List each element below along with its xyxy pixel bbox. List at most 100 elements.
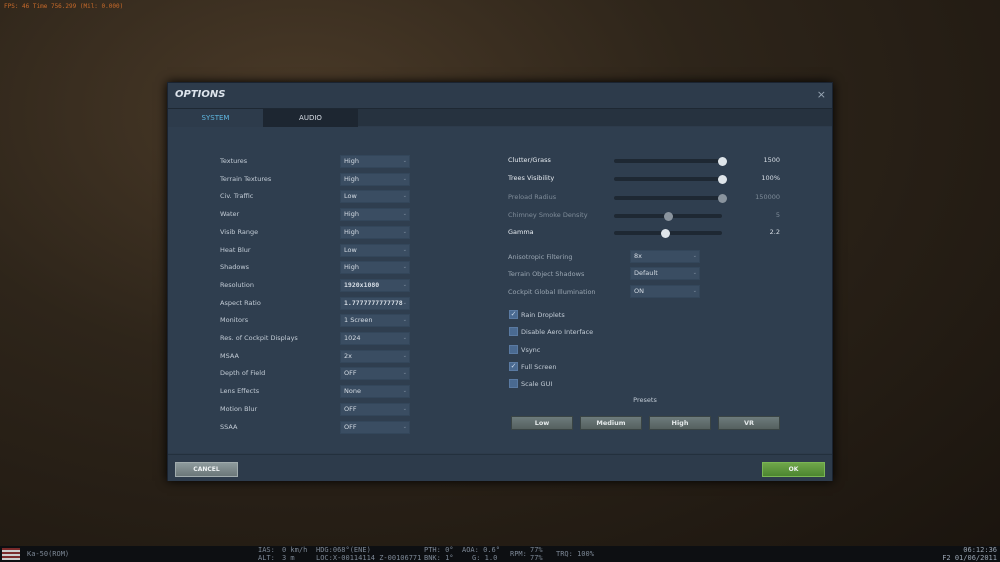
- checkbox-label: Vsync: [521, 345, 541, 354]
- dropdown-value: 2x: [344, 351, 352, 360]
- preset-button[interactable]: Low: [511, 416, 573, 430]
- setting-dropdown[interactable]: High ⌄: [340, 155, 410, 168]
- checkbox[interactable]: [509, 344, 518, 354]
- preset-button[interactable]: VR: [718, 416, 780, 430]
- checkbox[interactable]: [509, 327, 518, 337]
- dropdown-value: High: [344, 157, 359, 165]
- slider-value: 150000: [755, 193, 780, 201]
- preset-button[interactable]: Medium: [580, 416, 642, 430]
- dropdown-value: None: [344, 387, 361, 396]
- setting-label: Water: [220, 210, 240, 219]
- chevron-down-icon: ⌄: [402, 264, 407, 271]
- chevron-down-icon: ⌄: [402, 281, 407, 288]
- ias-label: IAS:: [258, 546, 275, 554]
- dropdown-value: 1.7777777777778: [344, 298, 403, 307]
- setting-label: Monitors: [220, 316, 249, 325]
- setting-dropdown[interactable]: OFF ⌄: [340, 402, 410, 416]
- setting-dropdown[interactable]: OFF ⌄: [340, 420, 410, 434]
- dropdown-value: 1 Screen: [344, 316, 373, 325]
- torque: TRQ: 100%: [556, 550, 594, 558]
- chevron-down-icon: ⌄: [402, 246, 407, 253]
- slider-handle[interactable]: [661, 228, 671, 238]
- fps-counter: FPS: 46 Time 756.299 (Mil: 0.000): [4, 3, 124, 10]
- chevron-down-icon: ⌄: [402, 388, 407, 395]
- slider-value: 100%: [761, 174, 780, 182]
- tab-system[interactable]: SYSTEM: [168, 109, 263, 127]
- setting-label: Textures: [220, 157, 248, 165]
- clock-time: 06:12:36: [963, 546, 997, 554]
- chevron-down-icon: ⌄: [402, 423, 407, 430]
- checkbox[interactable]: ✓: [509, 361, 518, 371]
- setting-label: Cockpit Global Illumination: [508, 288, 596, 296]
- setting-dropdown[interactable]: 8x ⌄: [630, 250, 700, 263]
- dropdown-value: OFF: [344, 369, 357, 378]
- checkbox-label: Full Screen: [521, 362, 557, 371]
- slider-value: 2.2: [769, 228, 780, 236]
- setting-dropdown[interactable]: OFF ⌄: [340, 367, 410, 381]
- setting-dropdown[interactable]: High ⌄: [340, 208, 410, 222]
- alt-label: ALT:: [258, 554, 275, 562]
- chevron-down-icon: ⌄: [402, 193, 407, 200]
- setting-label: Terrain Textures: [220, 174, 272, 183]
- setting-dropdown[interactable]: 1 Screen ⌄: [340, 314, 410, 328]
- date: F2 01/06/2011: [942, 554, 997, 562]
- chevron-down-icon: ⌄: [402, 299, 407, 306]
- setting-dropdown[interactable]: High ⌄: [340, 261, 410, 275]
- setting-dropdown[interactable]: Low ⌄: [340, 243, 410, 257]
- chevron-down-icon: ⌄: [692, 253, 697, 259]
- chevron-down-icon: ⌄: [402, 352, 407, 359]
- slider-handle[interactable]: [663, 211, 673, 221]
- setting-dropdown[interactable]: 2x ⌄: [340, 349, 410, 363]
- ok-button[interactable]: OK: [762, 462, 825, 477]
- setting-label: Motion Blur: [220, 404, 258, 413]
- slider-label: Trees Visibility: [508, 174, 555, 182]
- aoa: AOA: 0.6°: [462, 546, 500, 554]
- slider-track[interactable]: [614, 156, 727, 166]
- g-load: G: 1.0: [472, 554, 498, 562]
- checkbox[interactable]: ✓: [509, 310, 518, 319]
- dropdown-value: Default: [634, 269, 658, 277]
- setting-dropdown[interactable]: High ⌄: [340, 225, 410, 239]
- setting-dropdown[interactable]: Default ⌄: [630, 267, 700, 280]
- slider-track[interactable]: [614, 193, 727, 203]
- setting-label: MSAA: [220, 351, 239, 360]
- setting-dropdown[interactable]: High ⌄: [340, 172, 410, 186]
- dropdown-value: ON: [634, 287, 644, 295]
- setting-dropdown[interactable]: None ⌄: [340, 385, 410, 399]
- slider-track[interactable]: [614, 228, 722, 238]
- rpm-label: RPM:: [510, 550, 527, 558]
- pitch: PTH: 0°: [424, 546, 454, 554]
- setting-label: Aspect Ratio: [220, 298, 261, 307]
- status-bar: Ka-50(ROM) IAS: ALT: 0 km/h 3 m HDG:068°…: [0, 546, 1000, 562]
- setting-dropdown[interactable]: Low ⌄: [340, 190, 410, 204]
- preset-button[interactable]: High: [649, 416, 711, 430]
- rpm-1: 77%: [530, 546, 543, 554]
- checkmark-icon: ✓: [510, 310, 517, 318]
- setting-dropdown[interactable]: 1.7777777777778 ⌄: [340, 296, 410, 310]
- chevron-down-icon: ⌄: [692, 270, 697, 276]
- chevron-down-icon: ⌄: [692, 288, 697, 294]
- chevron-down-icon: ⌄: [402, 175, 407, 182]
- dropdown-value: High: [344, 263, 359, 272]
- dialog-footer: CANCEL OK: [168, 454, 832, 481]
- setting-label: Civ. Traffic: [220, 192, 254, 201]
- slider-track[interactable]: [614, 174, 727, 184]
- setting-dropdown[interactable]: ON ⌄: [630, 285, 700, 298]
- dropdown-value: Low: [344, 245, 357, 254]
- slider-track[interactable]: [614, 211, 722, 221]
- tab-audio[interactable]: AUDIO: [263, 109, 358, 127]
- dropdown-value: 1920x1080: [344, 280, 380, 289]
- ias-value: 0 km/h: [282, 546, 308, 554]
- setting-label: Res. of Cockpit Displays: [220, 334, 298, 342]
- dialog-title: OPTIONS: [175, 89, 226, 100]
- setting-dropdown[interactable]: 1920x1080 ⌄: [340, 278, 410, 292]
- setting-label: Heat Blur: [220, 245, 251, 254]
- checkmark-icon: ✓: [510, 361, 517, 370]
- cancel-button[interactable]: CANCEL: [175, 462, 238, 477]
- heading: HDG:068°(ENE): [316, 546, 371, 554]
- setting-label: Visib Range: [220, 227, 259, 236]
- setting-dropdown[interactable]: 1024 ⌄: [340, 332, 410, 345]
- close-icon[interactable]: ×: [817, 88, 826, 101]
- checkbox[interactable]: [509, 379, 518, 389]
- dropdown-value: 8x: [634, 252, 642, 260]
